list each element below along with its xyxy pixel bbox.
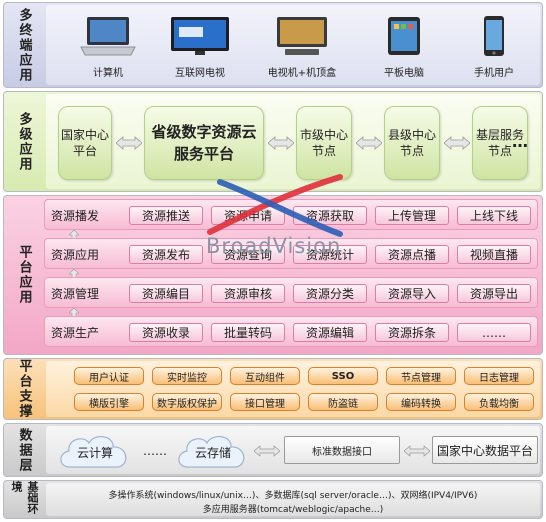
cloud-storage-label: 云存储 — [194, 446, 231, 460]
support-button[interactable]: SSO — [308, 367, 378, 385]
platform-support-layer: 平台支撑 用户认证 实时监控 互动组件 SSO 节点管理 日志管理 横版引擎 数… — [3, 358, 543, 420]
support-button[interactable]: 实时监控 — [152, 367, 222, 385]
layer-label: 平台应用 — [16, 245, 32, 305]
platform-button[interactable]: 资源导入 — [375, 284, 449, 303]
level-city: 市级中心节点 — [296, 106, 352, 180]
support-button[interactable]: 用户认证 — [74, 367, 144, 385]
support-button[interactable]: 接口管理 — [230, 393, 300, 411]
device-computer: 计算机 — [68, 13, 148, 83]
data-layer: 数据层 云计算 …… 云存储 标准数据接口 国家中心数据平台 — [3, 423, 543, 477]
platform-button[interactable]: 资源推送 — [129, 206, 203, 225]
base-environment-layer: 基础环境 多操作系统(windows/linux/unix…)、多数据库(sql… — [3, 480, 543, 519]
platform-button[interactable]: 资源分类 — [293, 284, 367, 303]
device-row: 计算机 互联网电视 电视机+机顶盒 平板电脑 手机用户 — [46, 5, 540, 85]
support-button[interactable]: 横版引擎 — [74, 393, 144, 411]
national-data-platform: 国家中心数据平台 — [432, 436, 538, 464]
platform-button[interactable]: 批量转码 — [211, 323, 285, 342]
tv-icon — [171, 17, 229, 55]
support-button[interactable]: 节点管理 — [386, 367, 456, 385]
support-button[interactable]: 负载均衡 — [464, 393, 534, 411]
double-arrow-icon — [116, 136, 142, 150]
base-line-1: 多操作系统(windows/linux/unix…)、多数据库(sql serv… — [108, 491, 478, 501]
tv-settop-icon — [277, 17, 327, 55]
platform-button[interactable]: 视频直播 — [457, 245, 531, 264]
support-button[interactable]: 日志管理 — [464, 367, 534, 385]
support-button[interactable]: 互动组件 — [230, 367, 300, 385]
platform-row-production: 资源生产 资源收录 批量转码 资源编辑 资源拆条 …… — [44, 316, 538, 347]
data-dots: …… — [143, 444, 167, 458]
platform-button[interactable]: 资源编目 — [129, 284, 203, 303]
device-tablet: 平板电脑 — [364, 13, 444, 83]
multi-terminal-layer: 多终端应用 计算机 互联网电视 电视机+机顶盒 平板电脑 手机用户 — [3, 2, 543, 88]
tablet-icon — [388, 17, 420, 55]
device-internet-tv: 互联网电视 — [160, 13, 240, 83]
base-env-text: 多操作系统(windows/linux/unix…)、多数据库(sql serv… — [46, 483, 540, 516]
platform-button[interactable]: 资源编辑 — [293, 323, 367, 342]
platform-button[interactable]: 资源导出 — [457, 284, 531, 303]
more-levels: … — [512, 132, 528, 151]
laptop-icon — [80, 17, 136, 56]
phone-icon — [484, 16, 504, 56]
platform-button[interactable]: 资源发布 — [129, 245, 203, 264]
support-grid: 用户认证 实时监控 互动组件 SSO 节点管理 日志管理 横版引擎 数字版权保护… — [46, 361, 540, 417]
double-arrow-icon — [444, 136, 470, 150]
layer-label: 多终端应用 — [16, 7, 32, 83]
double-arrow-icon — [404, 445, 430, 457]
double-arrow-icon — [356, 136, 382, 150]
platform-button[interactable]: 资源点播 — [375, 245, 449, 264]
support-button[interactable]: 数字版权保护 — [152, 393, 222, 411]
platform-button[interactable]: 资源收录 — [129, 323, 203, 342]
platform-button[interactable]: 上传管理 — [375, 206, 449, 225]
data-row: 云计算 …… 云存储 标准数据接口 国家中心数据平台 — [46, 426, 540, 474]
base-line-2: 多应用服务器(tomcat/weblogic/apache…) — [202, 505, 384, 515]
layer-label: 基础环境 — [10, 481, 39, 514]
watermark-text: BroadVision — [206, 234, 342, 258]
level-national: 国家中心平台 — [58, 106, 112, 180]
standard-data-interface: 标准数据接口 — [284, 436, 400, 464]
double-arrow-icon — [268, 136, 294, 150]
platform-row-management: 资源管理 资源编目 资源审核 资源分类 资源导入 资源导出 — [44, 277, 538, 308]
double-arrow-icon — [254, 445, 280, 457]
platform-button[interactable]: 资源审核 — [211, 284, 285, 303]
device-tv-settop: 电视机+机顶盒 — [262, 13, 342, 83]
layer-label: 平台支撑 — [16, 359, 32, 419]
device-phone: 手机用户 — [454, 13, 534, 83]
platform-button[interactable]: 资源拆条 — [375, 323, 449, 342]
support-button[interactable]: 防盗链 — [308, 393, 378, 411]
support-button[interactable]: 编码转换 — [386, 393, 456, 411]
layer-label: 数据层 — [16, 427, 32, 473]
level-county: 县级中心节点 — [384, 106, 440, 180]
cloud-compute-label: 云计算 — [76, 446, 113, 460]
platform-button[interactable]: …… — [457, 323, 531, 342]
platform-button[interactable]: 上线下线 — [457, 206, 531, 225]
watermark-logo-icon — [207, 174, 343, 237]
layer-label: 多级应用 — [16, 111, 32, 172]
level-provincial: 省级数字资源云服务平台 — [144, 106, 264, 180]
